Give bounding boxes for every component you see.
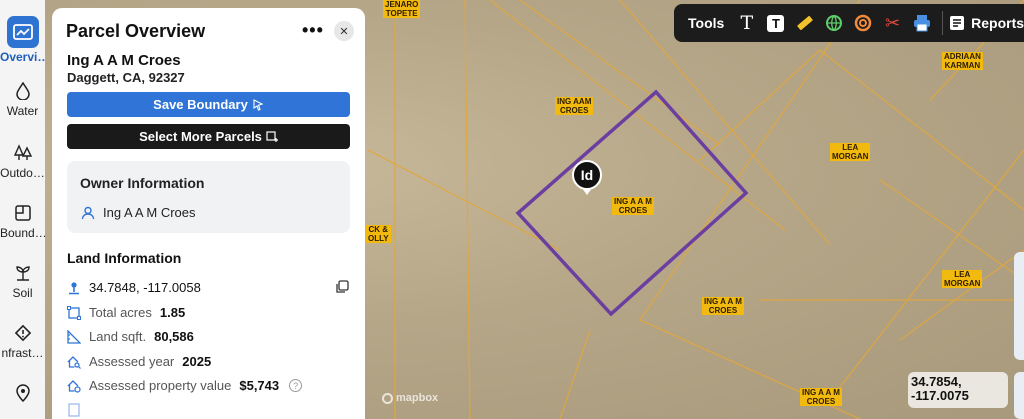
select-more-parcels-button[interactable]: Select More Parcels bbox=[67, 124, 350, 149]
close-icon: ✕ bbox=[339, 25, 349, 38]
land-sqft-row: Land sqft. 80,586 bbox=[67, 329, 194, 344]
water-drop-icon bbox=[0, 80, 45, 102]
parcel-owner-label: ING A A M CROES bbox=[800, 388, 842, 406]
save-boundary-button[interactable]: Save Boundary bbox=[67, 92, 350, 117]
parcel-owner-label: JENARO TOPETE bbox=[383, 0, 421, 18]
reports-button[interactable]: Reports bbox=[949, 15, 1024, 31]
owner-information-row[interactable]: Ing A A M Croes bbox=[81, 205, 196, 220]
ruler-tool-icon[interactable] bbox=[791, 8, 820, 38]
location-pin-icon bbox=[0, 382, 45, 404]
assessed-value-row: Assessed property value $5,743 ? bbox=[67, 378, 303, 393]
assessed-year-row: Assessed year 2025 bbox=[67, 354, 211, 369]
parcel-owner-name: Ing A A M Croes bbox=[67, 52, 181, 69]
copy-icon bbox=[336, 280, 349, 293]
parcel-overview-panel: Parcel Overview ••• ✕ Ing A A M Croes Da… bbox=[52, 8, 365, 419]
parcel-owner-label: LEA MORGAN bbox=[830, 143, 871, 161]
sprout-icon bbox=[0, 262, 45, 284]
panel-title: Parcel Overview bbox=[66, 21, 206, 41]
parcel-address: Daggett, CA, 92327 bbox=[67, 70, 185, 85]
map-toolbar: Tools T T ✂ Reports bbox=[674, 4, 1024, 42]
mapbox-logo-icon bbox=[382, 392, 393, 404]
coordinates-row: 34.7848, -117.0058 bbox=[67, 280, 201, 295]
tools-label: Tools bbox=[688, 15, 725, 31]
area-icon bbox=[67, 305, 81, 320]
globe-tool-icon[interactable] bbox=[820, 8, 849, 38]
parcel-owner-label: ING AAM CROES bbox=[555, 97, 594, 115]
total-acres-row: Total acres 1.85 bbox=[67, 305, 185, 320]
nav-item-outdoor[interactable]: Outdo… bbox=[0, 142, 45, 180]
house-search-icon bbox=[67, 355, 81, 369]
nav-item-water[interactable]: Water bbox=[0, 80, 45, 118]
close-panel-button[interactable]: ✕ bbox=[334, 21, 354, 41]
parcel-owner-label: LEA MORGAN bbox=[942, 270, 983, 288]
mapbox-attribution[interactable]: mapbox bbox=[382, 392, 438, 404]
land-information-title: Land Information bbox=[67, 250, 182, 266]
nav-item-overview[interactable]: Overvi… bbox=[0, 16, 45, 64]
infrastructure-icon bbox=[0, 322, 45, 344]
parcel-marker-pin[interactable]: Id bbox=[572, 160, 602, 196]
person-icon bbox=[81, 206, 95, 219]
left-nav-rail: Overvi… Water Outdo… Bound… Soil nfrast… bbox=[0, 0, 45, 419]
nav-item-soil[interactable]: Soil bbox=[0, 262, 45, 300]
scissors-tool-icon[interactable]: ✂ bbox=[878, 8, 907, 38]
owner-information-card: Owner Information Ing A A M Croes bbox=[67, 161, 350, 233]
owner-information-title: Owner Information bbox=[80, 175, 205, 191]
side-drawer-tab[interactable] bbox=[1014, 252, 1024, 360]
text-tool-icon[interactable]: T bbox=[732, 8, 761, 38]
toolbar-divider bbox=[942, 11, 944, 35]
add-selection-icon bbox=[266, 130, 278, 142]
parcel-owner-label: CK & OLLY bbox=[366, 225, 391, 243]
boundary-icon bbox=[0, 202, 45, 224]
house-value-icon bbox=[67, 379, 81, 393]
map-pin-icon bbox=[67, 281, 81, 295]
parcel-owner-label: ADRIAAN KARMAN bbox=[942, 52, 983, 70]
document-icon bbox=[67, 403, 81, 417]
print-tool-icon[interactable] bbox=[907, 8, 936, 38]
partial-row bbox=[67, 403, 81, 417]
copy-coordinates-button[interactable] bbox=[335, 280, 349, 299]
more-options-button[interactable]: ••• bbox=[302, 20, 324, 41]
trees-icon bbox=[0, 142, 45, 164]
parcel-owner-label: ING A A M CROES bbox=[612, 197, 654, 215]
nav-item-boundaries[interactable]: Bound… bbox=[0, 202, 45, 240]
parcel-owner-label: ING A A M CROES bbox=[702, 297, 744, 315]
side-drawer-tab[interactable] bbox=[1014, 372, 1024, 419]
circle-tool-icon[interactable] bbox=[849, 8, 878, 38]
text-box-tool-icon[interactable]: T bbox=[761, 8, 790, 38]
reports-icon bbox=[950, 16, 965, 30]
nav-item-infrastructure[interactable]: nfrast… bbox=[0, 322, 45, 360]
help-icon[interactable]: ? bbox=[289, 379, 303, 392]
coordinate-readout: 34.7854, -117.0075 bbox=[908, 372, 1008, 408]
nav-item-location[interactable] bbox=[0, 382, 45, 406]
overview-icon bbox=[6, 16, 39, 48]
ruler-area-icon bbox=[67, 329, 81, 344]
pointer-icon bbox=[253, 98, 264, 111]
